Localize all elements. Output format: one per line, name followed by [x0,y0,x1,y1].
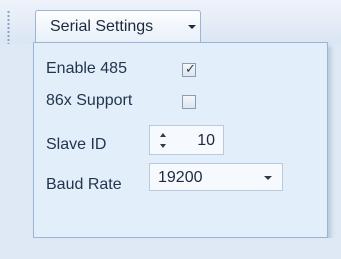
enable-485-label: Enable 485 [46,60,127,77]
chevron-down-icon [188,25,196,29]
spin-up-icon[interactable] [160,133,166,137]
panel-top-join [34,43,202,44]
baud-rate-select[interactable]: 19200 [149,163,283,191]
baud-rate-label: Baud Rate [46,176,122,193]
serial-settings-label: Serial Settings [50,17,154,35]
check-icon: ✓ [185,61,196,76]
background-area [0,238,341,259]
toolbar-grip-icon[interactable] [7,10,10,44]
spin-down-icon[interactable] [160,144,166,148]
slave-id-spinner[interactable]: 10 [149,125,224,155]
enable-485-checkbox[interactable]: ✓ [182,61,196,77]
slave-id-value: 10 [197,132,215,149]
slave-id-label: Slave ID [46,136,107,153]
86x-support-label: 86x Support [46,92,133,109]
86x-support-checkbox[interactable] [182,95,196,109]
spinner-arrows-icon[interactable] [159,131,169,151]
chevron-down-icon[interactable] [264,176,272,180]
serial-settings-dropdown-button[interactable]: Serial Settings [35,10,201,42]
baud-rate-value: 19200 [158,169,203,186]
